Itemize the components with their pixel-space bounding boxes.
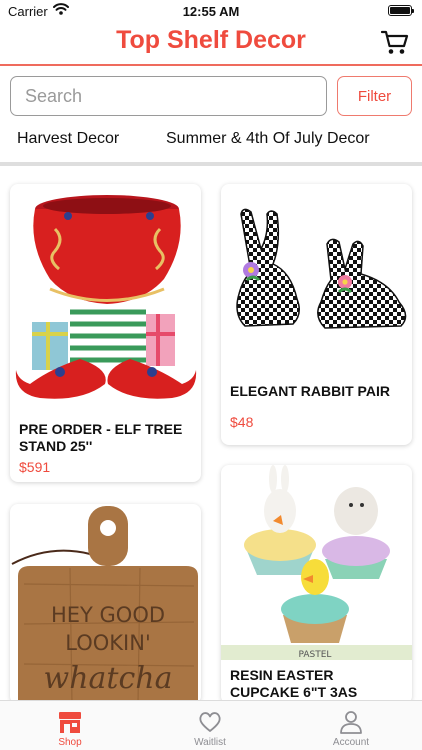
product-card-elf-tree-stand[interactable]: PRE ORDER - ELF TREE STAND 25'' $591 — [10, 184, 201, 482]
cupcake-tag-text: PASTEL — [299, 650, 332, 660]
product-name: ELEGANT RABBIT PAIR — [230, 383, 390, 399]
status-bar: Carrier 12:55 AM — [0, 0, 422, 22]
product-image-resin-easter-cupcake: PASTEL — [221, 465, 412, 660]
tab-label: Shop — [58, 737, 82, 748]
shop-icon — [59, 712, 81, 733]
product-image-elf-tree-stand — [15, 195, 197, 399]
app-header: Top Shelf Decor — [0, 22, 422, 64]
cart-icon[interactable] — [380, 27, 410, 57]
bottom-tab-bar: Shop Waitlist Account — [0, 700, 422, 750]
battery-icon — [388, 5, 414, 16]
product-card-resin-easter-cupcake[interactable]: PASTEL RESIN EASTER CUPCAKE 6"T 3AS — [221, 465, 412, 704]
category-summer-4th-of-july[interactable]: Summer & 4th Of July Decor — [166, 130, 370, 148]
search-input[interactable] — [10, 76, 327, 116]
category-divider — [0, 162, 422, 166]
tab-waitlist[interactable]: Waitlist — [140, 701, 280, 750]
category-tabs: Harvest Decor Summer & 4th Of July Decor — [0, 130, 422, 152]
product-name: RESIN EASTER CUPCAKE 6"T 3AS — [230, 667, 358, 700]
heart-icon — [199, 712, 221, 732]
product-card-cutting-board[interactable]: HEY GOOD LOOKIN' whatcha — [10, 504, 201, 704]
status-time: 12:55 AM — [182, 4, 240, 19]
board-text-line1: HEY GOOD — [51, 603, 165, 627]
person-icon — [340, 711, 362, 734]
product-image-elegant-rabbit-pair — [236, 208, 407, 329]
product-price: $591 — [19, 459, 51, 475]
app-title: Top Shelf Decor — [116, 26, 306, 54]
header-divider — [0, 64, 422, 66]
tab-account[interactable]: Account — [281, 701, 421, 750]
product-price: $48 — [230, 414, 254, 430]
board-text-line3: whatcha — [44, 661, 173, 696]
tab-shop[interactable]: Shop — [0, 701, 140, 750]
filter-button[interactable]: Filter — [337, 76, 412, 116]
tab-label: Account — [332, 737, 370, 748]
product-card-elegant-rabbit-pair[interactable]: ELEGANT RABBIT PAIR $48 — [221, 184, 412, 445]
product-image-cutting-board: HEY GOOD LOOKIN' whatcha — [11, 506, 198, 704]
board-text-line2: LOOKIN' — [65, 631, 150, 655]
product-name: PRE ORDER - ELF TREE STAND 25'' — [19, 421, 183, 454]
tab-label: Waitlist — [194, 737, 226, 748]
category-harvest-decor[interactable]: Harvest Decor — [17, 130, 119, 148]
